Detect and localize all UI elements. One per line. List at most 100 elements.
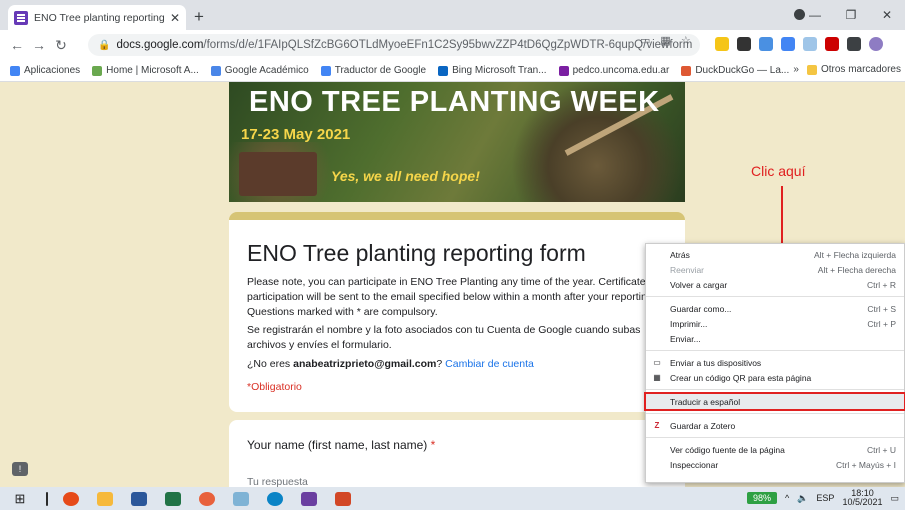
excel-icon[interactable] bbox=[165, 491, 181, 506]
bookmark-favicon bbox=[92, 65, 103, 76]
form-title: ENO Tree planting reporting form bbox=[247, 240, 586, 266]
account-line: ¿No eres anabeatrizprieto@gmail.com? Cam… bbox=[247, 358, 534, 370]
back-icon[interactable]: ← bbox=[6, 37, 28, 53]
menu-item-translate[interactable]: Traducir a español bbox=[644, 392, 905, 411]
new-tab-button[interactable]: + bbox=[194, 7, 204, 27]
form-banner-image: ENO TREE PLANTING WEEK 17-23 May 2021 Ye… bbox=[229, 82, 685, 202]
bookmark-item[interactable]: Traductor de Google bbox=[320, 65, 427, 76]
menu-item-reload[interactable]: Volver a cargar Ctrl + R bbox=[646, 277, 904, 292]
menu-item-view-source[interactable]: Ver código fuente de la página Ctrl + U bbox=[646, 442, 904, 457]
extension-icon[interactable] bbox=[825, 37, 839, 51]
clock[interactable]: 18:10 10/5/2021 bbox=[842, 489, 882, 507]
menu-item-inspect[interactable]: Inspeccionar Ctrl + Mayús + I bbox=[646, 457, 904, 472]
menu-item-forward: Reenviar Alt + Flecha derecha bbox=[646, 262, 904, 277]
extension-icon[interactable] bbox=[737, 37, 751, 51]
bookmark-item[interactable]: Bing Microsoft Tran... bbox=[438, 65, 547, 76]
windows-start-icon[interactable]: ⊞ bbox=[0, 491, 40, 507]
bookmark-label: pedco.uncoma.edu.ar bbox=[572, 65, 670, 76]
restore-button[interactable]: ❐ bbox=[833, 8, 869, 22]
notifications-icon[interactable]: ▭ bbox=[890, 493, 899, 504]
menu-item-shortcut: Ctrl + U bbox=[866, 444, 896, 455]
bookmarks-overflow-button[interactable]: » bbox=[793, 64, 799, 75]
firefox-icon[interactable] bbox=[199, 491, 215, 506]
other-bookmarks[interactable]: Otros marcadores bbox=[806, 64, 901, 75]
bookmark-item[interactable]: Google Académico bbox=[210, 65, 309, 76]
address-bar[interactable]: 🔒 docs.google.com/forms/d/e/1FAIpQLSfZcB… bbox=[88, 34, 700, 56]
bookmark-star-icon[interactable]: ☆ bbox=[681, 34, 691, 47]
lock-icon[interactable]: 🔒 bbox=[98, 40, 110, 51]
tab-title: ENO Tree planting reporting form bbox=[34, 11, 166, 24]
menu-item-qr-code[interactable]: ▦ Crear un código QR para esta página bbox=[646, 370, 904, 385]
bookmark-favicon bbox=[320, 65, 331, 76]
avatar[interactable] bbox=[869, 37, 883, 51]
menu-item-label: Enviar... bbox=[670, 333, 701, 344]
switch-account-link[interactable]: Cambiar de cuenta bbox=[445, 358, 534, 370]
bookmark-label: Google Académico bbox=[224, 65, 309, 76]
minimize-button[interactable]: — bbox=[797, 8, 833, 22]
extension-icon[interactable] bbox=[715, 37, 729, 51]
menu-item-print[interactable]: Imprimir... Ctrl + P bbox=[646, 316, 904, 331]
qr-code-icon[interactable]: ▦ bbox=[660, 34, 670, 47]
chrome-icon[interactable] bbox=[63, 491, 79, 506]
menu-item-send[interactable]: Enviar... bbox=[646, 331, 904, 346]
tray-expand-icon[interactable]: ^ bbox=[785, 493, 789, 503]
forward-icon[interactable]: → bbox=[28, 37, 50, 53]
folder-icon bbox=[806, 64, 817, 75]
menu-divider bbox=[646, 389, 904, 390]
close-tab-icon[interactable]: ✕ bbox=[170, 11, 180, 25]
reload-icon[interactable]: ↻ bbox=[50, 37, 72, 54]
bookmark-item[interactable]: DuckDuckGo — La... bbox=[681, 65, 789, 76]
file-explorer-icon[interactable] bbox=[97, 491, 113, 506]
app-icon[interactable] bbox=[301, 491, 317, 506]
menu-divider bbox=[646, 296, 904, 297]
bookmark-item[interactable]: Home | Microsoft A... bbox=[92, 65, 199, 76]
extension-icon[interactable] bbox=[781, 37, 795, 51]
required-note: *Obligatorio bbox=[247, 381, 302, 393]
menu-divider bbox=[646, 437, 904, 438]
form-header-card: ENO Tree planting reporting form Please … bbox=[229, 212, 685, 412]
bookmark-label: Traductor de Google bbox=[334, 65, 427, 76]
app-icon[interactable] bbox=[233, 491, 249, 506]
language-indicator[interactable]: ESP bbox=[816, 493, 834, 503]
annotation-label: Clic aquí bbox=[751, 163, 806, 179]
banner-dates: 17-23 May 2021 bbox=[241, 126, 351, 143]
menu-item-send-to-devices[interactable]: ▭ Enviar a tus dispositivos bbox=[646, 355, 904, 370]
bookmark-favicon bbox=[681, 65, 692, 76]
banner-title: ENO TREE PLANTING WEEK bbox=[249, 86, 660, 118]
google-forms-icon bbox=[14, 10, 28, 25]
bookmark-item[interactable]: pedco.uncoma.edu.ar bbox=[558, 65, 670, 76]
omnibox-icons: ▭ ▦ ☆ bbox=[640, 34, 691, 47]
extension-icon[interactable] bbox=[759, 37, 773, 51]
extension-icon[interactable] bbox=[803, 37, 817, 51]
question-text: Your name (first name, last name) bbox=[247, 438, 428, 452]
menu-item-shortcut: Ctrl + Mayús + I bbox=[836, 459, 896, 470]
other-bookmarks-label: Otros marcadores bbox=[820, 64, 901, 75]
close-window-button[interactable]: ✕ bbox=[869, 8, 905, 22]
menu-item-shortcut: Alt + Flecha derecha bbox=[817, 264, 896, 275]
bookmark-item[interactable]: Aplicaciones bbox=[10, 65, 80, 76]
apps-grid-icon bbox=[10, 65, 20, 76]
edge-icon[interactable] bbox=[267, 491, 283, 506]
battery-indicator[interactable]: 98% bbox=[746, 492, 777, 504]
browser-tab[interactable]: ENO Tree planting reporting form ✕ bbox=[8, 5, 186, 30]
bookmark-favicon bbox=[438, 65, 449, 76]
taskbar-divider bbox=[46, 491, 48, 506]
menu-item-label: Guardar como... bbox=[670, 303, 732, 314]
volume-icon[interactable]: 🔈 bbox=[797, 493, 808, 504]
browser-toolbar: ← → ↻ 🔒 docs.google.com/forms/d/e/1FAIpQ… bbox=[0, 30, 905, 60]
powerpoint-icon[interactable] bbox=[335, 491, 351, 506]
menu-item-label: Imprimir... bbox=[670, 318, 708, 329]
tab-strip: ENO Tree planting reporting form ✕ + — ❐… bbox=[0, 0, 905, 30]
extension-icons bbox=[715, 37, 883, 51]
zotero-icon: Z bbox=[654, 421, 660, 430]
menu-item-zotero[interactable]: Z Guardar a Zotero bbox=[646, 418, 904, 433]
word-icon[interactable] bbox=[131, 491, 147, 506]
url-path: /forms/d/e/1FAIpQLSfZcBG6OTLdMyoeEFn1C2S… bbox=[203, 39, 693, 51]
menu-item-back[interactable]: Atrás Alt + Flecha izquierda bbox=[646, 247, 904, 262]
bookmark-label: Bing Microsoft Tran... bbox=[452, 65, 547, 76]
send-to-device-icon[interactable]: ▭ bbox=[640, 34, 650, 47]
menu-divider bbox=[646, 413, 904, 414]
menu-item-save-as[interactable]: Guardar como... Ctrl + S bbox=[646, 301, 904, 316]
feedback-icon[interactable]: ! bbox=[12, 462, 28, 476]
extensions-puzzle-icon[interactable] bbox=[847, 37, 861, 51]
